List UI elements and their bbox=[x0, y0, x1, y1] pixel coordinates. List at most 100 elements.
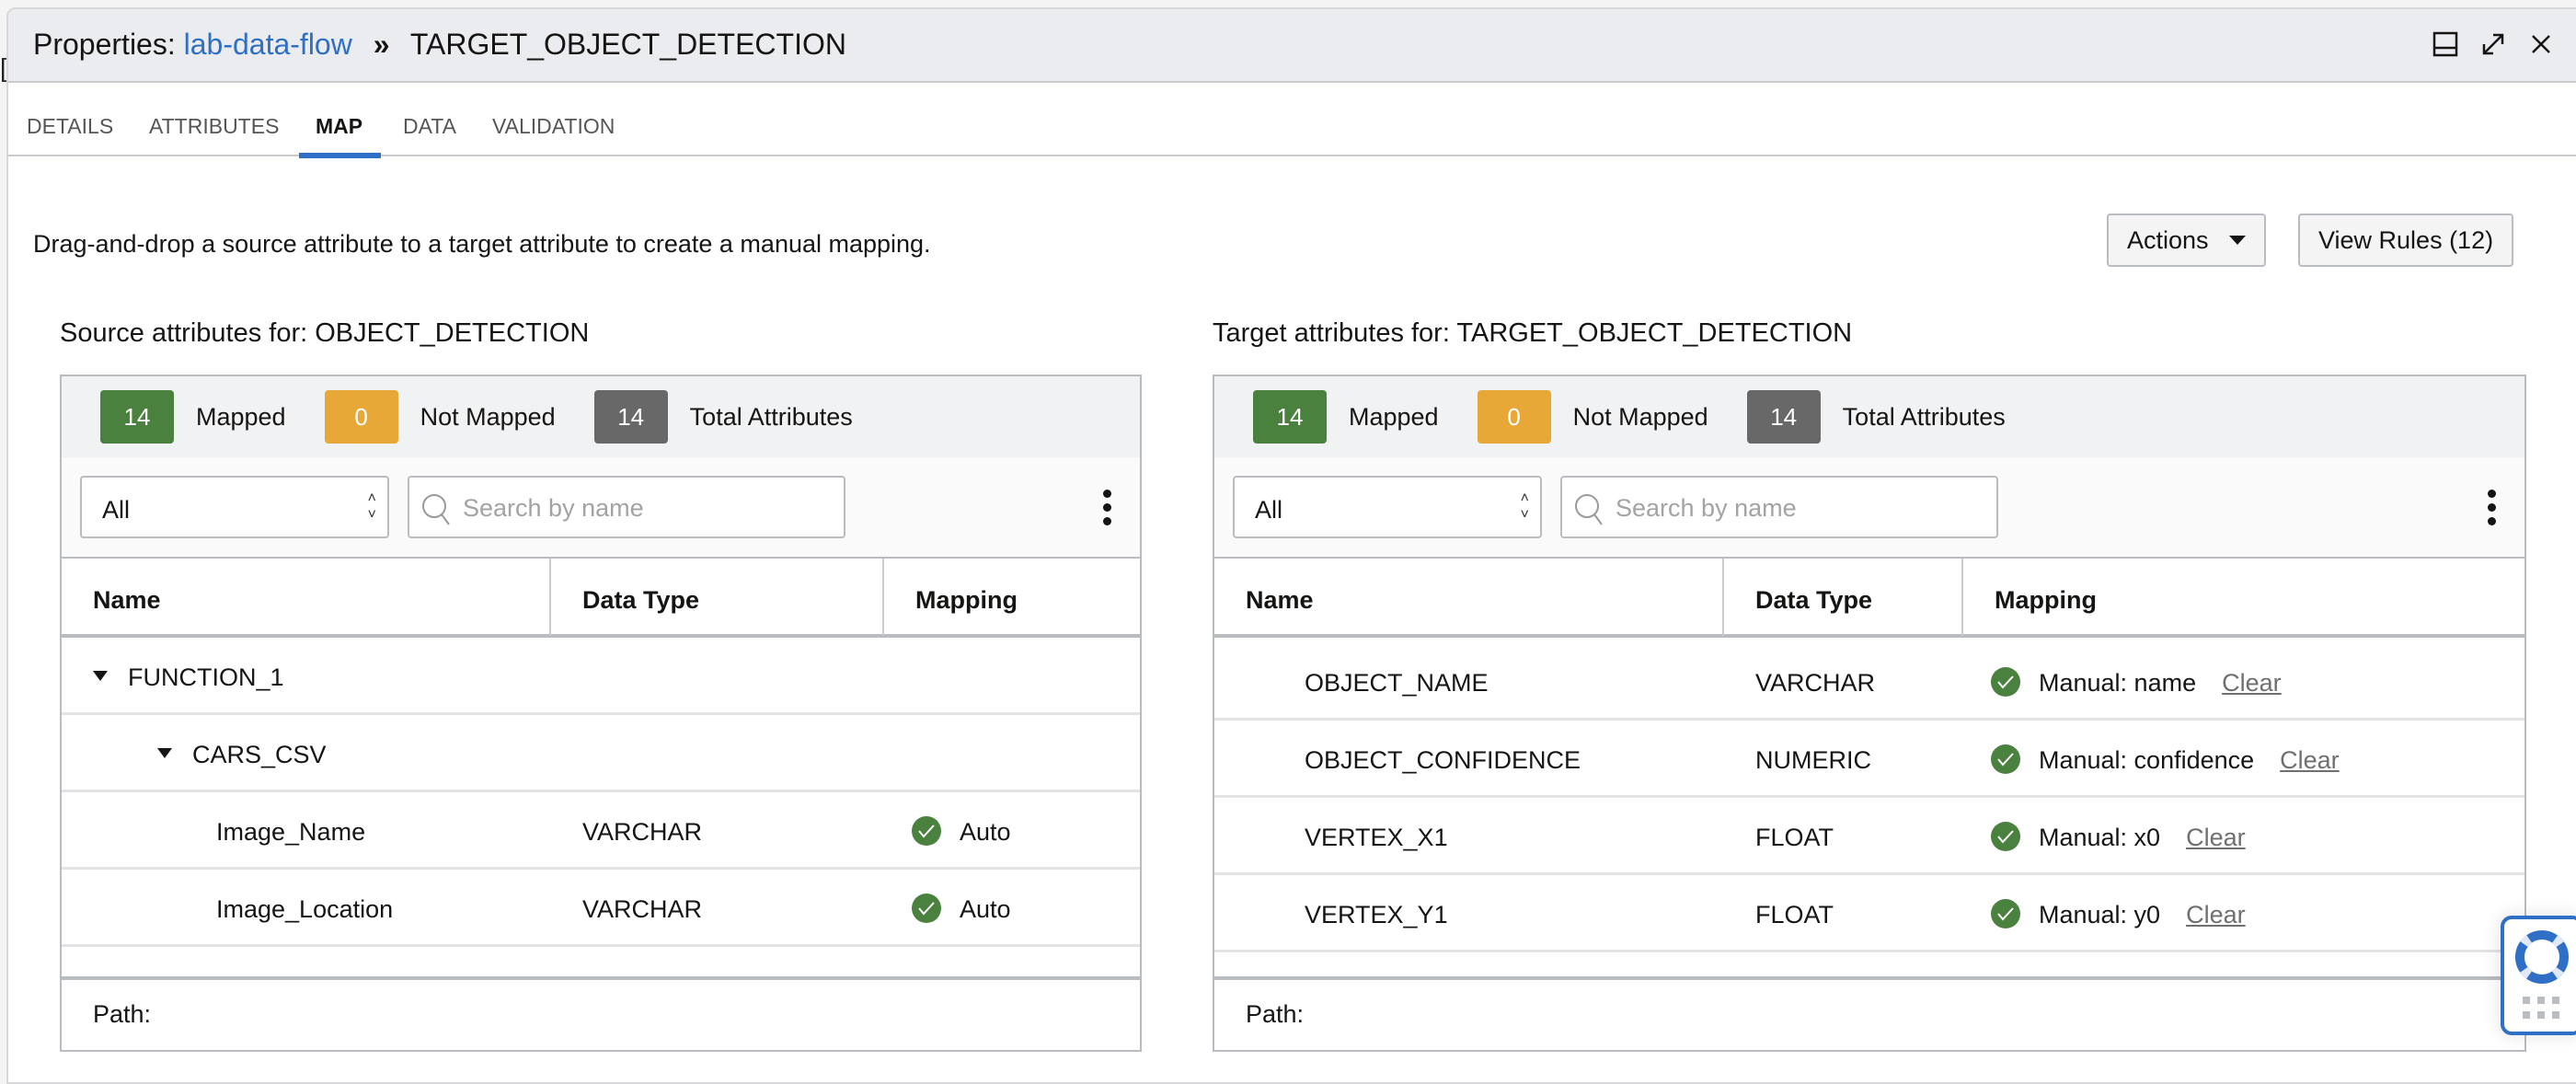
help-widget[interactable] bbox=[2501, 916, 2576, 1035]
mapping-text: Manual: confidence bbox=[2039, 746, 2255, 774]
total-count-badge: 14 bbox=[593, 390, 668, 444]
source-table-body: FUNCTION_1 CARS_CSV Image_Name VARCHAR A… bbox=[62, 638, 1140, 978]
title-prefix: Properties: bbox=[33, 28, 176, 61]
tab-attributes[interactable]: ATTRIBUTES bbox=[149, 83, 279, 156]
check-circle-icon bbox=[912, 893, 941, 923]
table-row[interactable]: OBJECT_CONFIDENCE NUMERIC Manual: confid… bbox=[1214, 721, 2524, 798]
check-circle-icon bbox=[1991, 666, 2020, 697]
mapped-count-badge: 14 bbox=[100, 390, 174, 444]
panel-title: Properties: lab-data-flow » TARGET_OBJEC… bbox=[33, 28, 846, 62]
table-row[interactable]: VERTEX_X1 FLOAT Manual: x0 Clear bbox=[1214, 798, 2524, 875]
source-table-header: Name Data Type Mapping bbox=[62, 559, 1140, 638]
tab-validation[interactable]: VALIDATION bbox=[492, 83, 615, 156]
row-mapping: Auto bbox=[912, 815, 1011, 848]
row-name: CARS_CSV bbox=[157, 741, 327, 769]
view-rules-button[interactable]: View Rules (12) bbox=[2298, 213, 2514, 267]
mapping-text: Manual: y0 bbox=[2039, 901, 2161, 928]
clear-mapping-link[interactable]: Clear bbox=[2186, 824, 2246, 851]
column-mapping[interactable]: Mapping bbox=[1963, 559, 2526, 636]
dock-bottom-icon[interactable] bbox=[2431, 29, 2460, 59]
select-arrows-icon: ˄ ˅ bbox=[367, 490, 376, 523]
tab-data[interactable]: DATA bbox=[403, 83, 456, 156]
check-circle-icon bbox=[912, 815, 941, 846]
row-mapping: Manual: x0 Clear bbox=[1991, 821, 2246, 854]
target-search[interactable] bbox=[1560, 476, 1998, 538]
target-table-body: OBJECT_NAME VARCHAR Manual: name Clear OB… bbox=[1214, 643, 2524, 984]
source-more-options-icon[interactable] bbox=[1103, 490, 1112, 531]
row-data-type: VARCHAR bbox=[582, 818, 703, 846]
total-label: Total Attributes bbox=[689, 402, 853, 431]
actions-label: Actions bbox=[2127, 225, 2209, 254]
source-stats: 14 Mapped 0 Not Mapped 14 Total Attribut… bbox=[62, 376, 1140, 457]
target-attributes-box: 14 Mapped 0 Not Mapped 14 Total Attribut… bbox=[1213, 375, 2526, 1052]
column-name[interactable]: Name bbox=[1214, 559, 1724, 636]
expand-icon[interactable] bbox=[2478, 29, 2508, 59]
data-flow-link[interactable]: lab-data-flow bbox=[184, 28, 352, 61]
row-name: VERTEX_X1 bbox=[1305, 824, 1448, 851]
column-data-type[interactable]: Data Type bbox=[551, 559, 884, 636]
clear-mapping-link[interactable]: Clear bbox=[2186, 901, 2246, 928]
grid-handle-icon[interactable] bbox=[2523, 997, 2559, 1019]
not-mapped-label: Not Mapped bbox=[420, 402, 556, 431]
tab-details[interactable]: DETAILS bbox=[27, 83, 113, 156]
clear-mapping-link[interactable]: Clear bbox=[2280, 746, 2340, 774]
tab-map[interactable]: MAP bbox=[299, 83, 382, 158]
actions-button[interactable]: Actions bbox=[2107, 213, 2266, 267]
close-icon[interactable] bbox=[2526, 29, 2556, 59]
row-data-type: NUMERIC bbox=[1755, 746, 1871, 774]
target-more-options-icon[interactable] bbox=[2488, 490, 2497, 531]
row-name: OBJECT_NAME bbox=[1305, 669, 1489, 697]
target-stats: 14 Mapped 0 Not Mapped 14 Total Attribut… bbox=[1214, 376, 2524, 457]
target-search-input[interactable] bbox=[1616, 490, 1984, 525]
total-label: Total Attributes bbox=[1842, 402, 2006, 431]
check-circle-icon bbox=[1991, 744, 2020, 774]
table-row[interactable]: VERTEX_Y1 FLOAT Manual: y0 Clear bbox=[1214, 875, 2524, 952]
row-data-type: FLOAT bbox=[1755, 901, 1834, 928]
expand-caret-icon[interactable] bbox=[157, 748, 172, 759]
instruction-text: Drag-and-drop a source attribute to a ta… bbox=[33, 230, 931, 258]
row-name: OBJECT_CONFIDENCE bbox=[1305, 746, 1581, 774]
source-search[interactable] bbox=[408, 476, 845, 538]
source-search-input[interactable] bbox=[463, 490, 831, 525]
row-name: Image_Name bbox=[216, 818, 366, 846]
view-rules-label: View Rules (12) bbox=[2318, 225, 2494, 254]
panel-header: Properties: lab-data-flow » TARGET_OBJEC… bbox=[8, 9, 2576, 83]
object-name: TARGET_OBJECT_DETECTION bbox=[409, 28, 846, 61]
table-row[interactable]: OBJECT_NAME VARCHAR Manual: name Clear bbox=[1214, 643, 2524, 721]
target-table-header: Name Data Type Mapping bbox=[1214, 559, 2524, 638]
filter-value: All bbox=[102, 496, 131, 524]
target-path: Path: bbox=[1214, 976, 2524, 1050]
row-name: VERTEX_Y1 bbox=[1305, 901, 1448, 928]
table-row[interactable]: CARS_CSV bbox=[62, 715, 1140, 792]
check-circle-icon bbox=[1991, 898, 2020, 928]
mapping-text: Auto bbox=[960, 895, 1011, 923]
column-mapping[interactable]: Mapping bbox=[884, 559, 1142, 636]
table-row[interactable]: FUNCTION_1 bbox=[62, 638, 1140, 715]
clear-mapping-link[interactable]: Clear bbox=[2222, 669, 2282, 697]
mapped-label: Mapped bbox=[196, 402, 286, 431]
row-name-text: FUNCTION_1 bbox=[128, 663, 284, 691]
row-data-type: VARCHAR bbox=[1755, 669, 1876, 697]
row-name: Image_Location bbox=[216, 895, 394, 923]
target-filter-select[interactable]: All ˄ ˅ bbox=[1233, 476, 1542, 538]
source-filter-select[interactable]: All ˄ ˅ bbox=[80, 476, 389, 538]
row-mapping: Manual: confidence Clear bbox=[1991, 744, 2340, 777]
mapping-text: Manual: name bbox=[2039, 669, 2197, 697]
mapped-count-badge: 14 bbox=[1253, 390, 1327, 444]
table-row[interactable]: Image_Location VARCHAR Auto bbox=[62, 870, 1140, 947]
source-filters: All ˄ ˅ bbox=[62, 457, 1140, 559]
search-icon bbox=[420, 492, 452, 532]
column-name[interactable]: Name bbox=[62, 559, 551, 636]
not-mapped-label: Not Mapped bbox=[1572, 402, 1708, 431]
target-filters: All ˄ ˅ bbox=[1214, 457, 2524, 559]
not-mapped-count-badge: 0 bbox=[1477, 390, 1551, 444]
expand-caret-icon[interactable] bbox=[93, 671, 108, 682]
row-data-type: FLOAT bbox=[1755, 824, 1834, 851]
mapped-label: Mapped bbox=[1349, 402, 1439, 431]
breadcrumb-separator: » bbox=[373, 28, 390, 61]
source-title: Source attributes for: OBJECT_DETECTION bbox=[60, 318, 590, 348]
not-mapped-count-badge: 0 bbox=[324, 390, 398, 444]
source-attributes-box: 14 Mapped 0 Not Mapped 14 Total Attribut… bbox=[60, 375, 1142, 1052]
column-data-type[interactable]: Data Type bbox=[1724, 559, 1963, 636]
table-row[interactable]: Image_Name VARCHAR Auto bbox=[62, 792, 1140, 870]
